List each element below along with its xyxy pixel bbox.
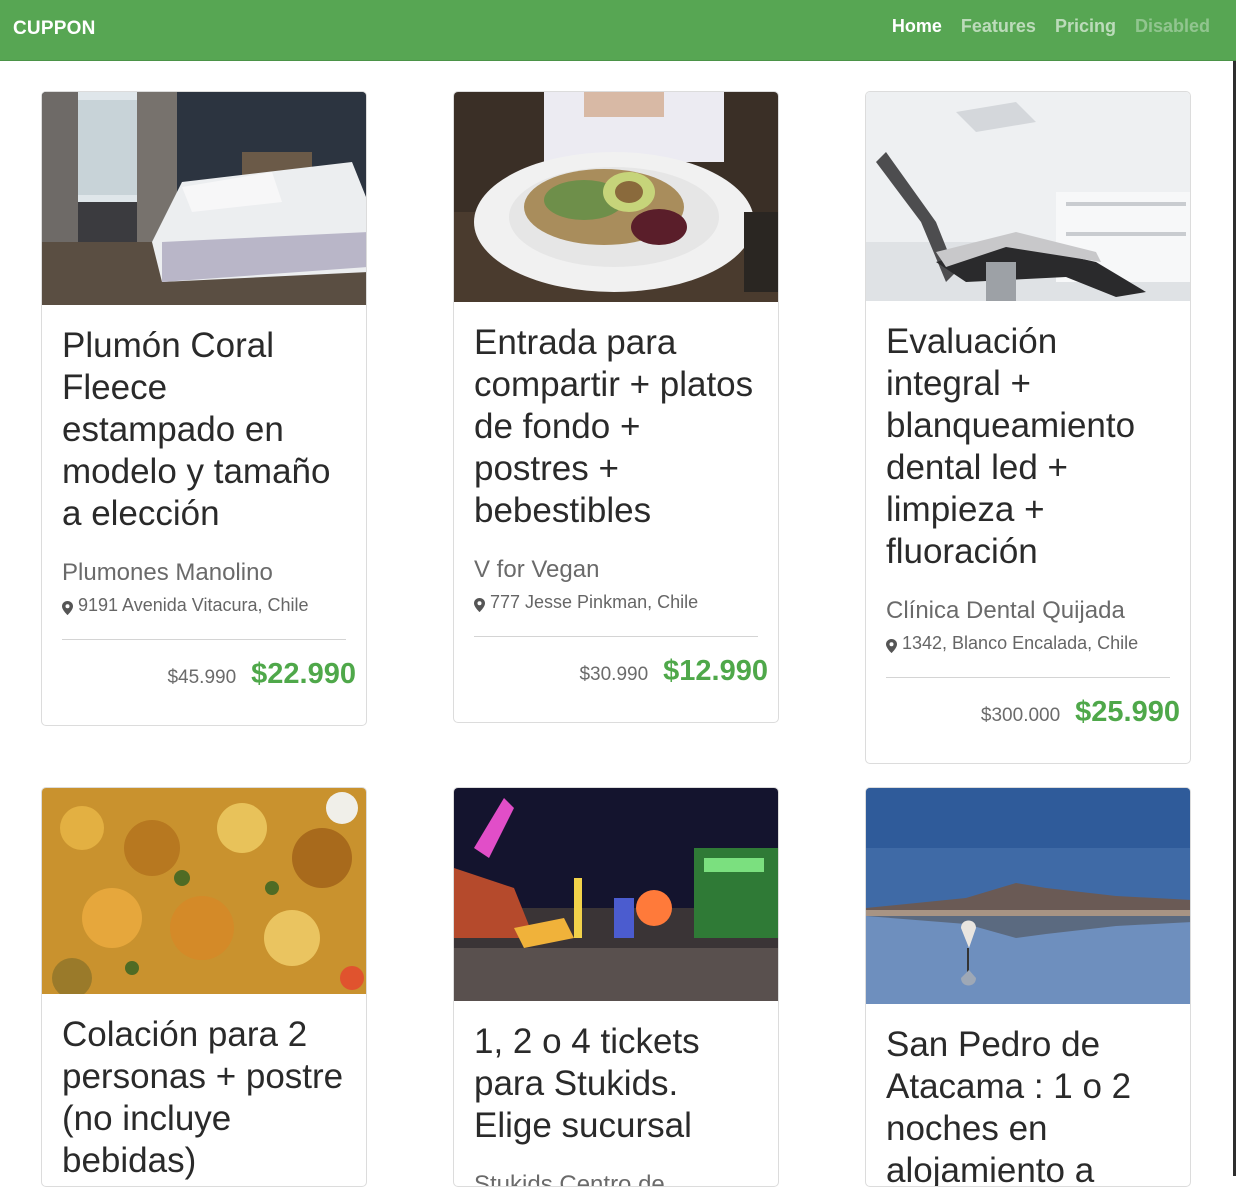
- nav-link-features[interactable]: Features: [961, 16, 1036, 37]
- deal-address-text: 9191 Avenida Vitacura, Chile: [78, 595, 309, 615]
- original-price: $300.000: [980, 705, 1061, 726]
- deal-address: 1342, Blanco Encalada, Chile: [886, 633, 1170, 654]
- merchant-name: Stukids Centro de Entretención: [474, 1171, 665, 1187]
- deal-address: 9191 Avenida Vitacura, Chile: [62, 595, 346, 616]
- deal-title[interactable]: 1, 2 o 4 tickets para Stukids. Elige suc…: [474, 1021, 758, 1147]
- merchant-name: Clínica Dental Quijada: [886, 597, 1125, 624]
- deal-title[interactable]: Entrada para compartir + platos de fondo…: [474, 322, 758, 532]
- deal-image-bedroom[interactable]: [42, 92, 366, 305]
- deal-card[interactable]: San Pedro de Atacama : 1 o 2 noches en a…: [865, 787, 1191, 1187]
- original-price: $45.990: [167, 667, 237, 688]
- deal-card[interactable]: Plumón Coral Fleece estampado en modelo …: [41, 91, 367, 726]
- deal-card[interactable]: Colación para 2 personas + postre (no in…: [41, 787, 367, 1187]
- deal-card[interactable]: Entrada para compartir + platos de fondo…: [453, 91, 779, 723]
- nav-link-pricing[interactable]: Pricing: [1055, 16, 1116, 37]
- merchant-name: V for Vegan: [474, 556, 600, 583]
- deal-title[interactable]: Plumón Coral Fleece estampado en modelo …: [62, 325, 346, 535]
- deal-image-atacama[interactable]: [866, 788, 1190, 1004]
- deal-title[interactable]: Evaluación integral + blanqueamiento den…: [886, 321, 1170, 573]
- deal-title[interactable]: San Pedro de Atacama : 1 o 2 noches en a…: [886, 1024, 1170, 1186]
- price-row: $45.990 $22.990: [42, 640, 366, 725]
- deal-card[interactable]: 1, 2 o 4 tickets para Stukids. Elige suc…: [453, 787, 779, 1187]
- deal-image-dental-chair[interactable]: [866, 92, 1190, 301]
- deal-image-fair[interactable]: [454, 788, 778, 1001]
- deal-image-vegan-plate[interactable]: [454, 92, 778, 302]
- deal-address: 777 Jesse Pinkman, Chile: [474, 592, 758, 613]
- map-marker-icon: [886, 637, 897, 653]
- map-marker-icon: [62, 599, 73, 615]
- price-row: $300.000 $25.990: [866, 678, 1190, 763]
- merchant-name: Plumones Manolino: [62, 559, 273, 586]
- discount-price: $12.990: [663, 655, 768, 687]
- top-navbar: CUPPON Home Features Pricing Disabled: [0, 0, 1236, 61]
- discount-price: $22.990: [251, 658, 356, 690]
- deal-title[interactable]: Colación para 2 personas + postre (no in…: [62, 1014, 346, 1182]
- nav-link-home[interactable]: Home: [892, 16, 942, 37]
- map-marker-icon: [474, 596, 485, 612]
- brand-logo[interactable]: CUPPON: [13, 18, 96, 40]
- deal-card[interactable]: Evaluación integral + blanqueamiento den…: [865, 91, 1191, 764]
- nav-links: Home Features Pricing Disabled: [892, 16, 1210, 37]
- discount-price: $25.990: [1075, 696, 1180, 728]
- price-row: $30.990 $12.990: [454, 637, 778, 722]
- nav-link-disabled: Disabled: [1134, 16, 1210, 36]
- deal-address-text: 1342, Blanco Encalada, Chile: [902, 633, 1139, 653]
- deal-address-text: 777 Jesse Pinkman, Chile: [490, 592, 699, 612]
- deal-image-food[interactable]: [42, 788, 366, 994]
- original-price: $30.990: [579, 664, 649, 685]
